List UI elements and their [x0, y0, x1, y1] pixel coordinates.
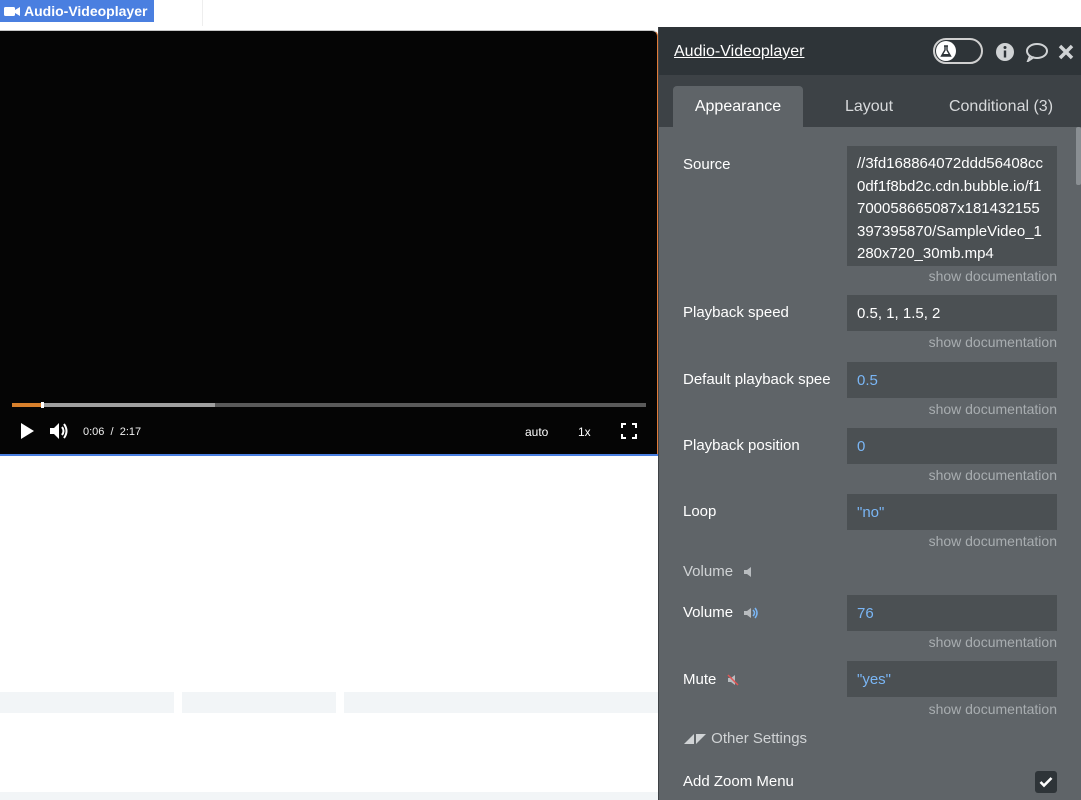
element-name-label: Audio-Videoplayer [24, 3, 148, 19]
fullscreen-icon[interactable] [621, 422, 637, 440]
placeholder-strip [0, 792, 658, 800]
tab-layout[interactable]: Layout [819, 86, 919, 127]
source-input[interactable]: //3fd168864072ddd56408cc0df1f8bd2c.cdn.b… [847, 146, 1057, 266]
default-playback-speed-input[interactable]: 0.5 [847, 362, 1057, 398]
volume-section-header: Volume [683, 563, 755, 580]
selection-underline [0, 454, 658, 456]
volume-input[interactable]: 76 [847, 595, 1057, 631]
progress-handle[interactable] [40, 402, 44, 408]
volume-up-icon [744, 607, 758, 619]
quality-button[interactable]: auto [525, 425, 548, 439]
show-documentation-link[interactable]: show documentation [921, 268, 1057, 284]
checkmark-icon [1039, 777, 1053, 788]
loop-label: Loop [683, 503, 717, 520]
playback-speed-label: Playback speed [683, 304, 789, 321]
other-settings-label: Other Settings [711, 730, 808, 747]
info-icon[interactable] [995, 42, 1015, 62]
property-editor-header: Audio-Videoplayer [659, 27, 1081, 75]
show-documentation-link[interactable]: show documentation [921, 701, 1057, 717]
playback-speed-input[interactable]: 0.5, 1, 1.5, 2 [847, 295, 1057, 331]
show-documentation-link[interactable]: show documentation [921, 467, 1057, 483]
playback-position-label: Playback position [683, 437, 800, 454]
video-camera-icon [4, 7, 20, 16]
experimental-toggle[interactable] [933, 38, 983, 64]
tab-appearance[interactable]: Appearance [673, 86, 803, 127]
scrollbar[interactable] [1076, 127, 1081, 185]
flask-icon [940, 45, 952, 57]
progress-bar[interactable] [12, 402, 646, 408]
time-display: 0:06 / 2:17 [83, 426, 141, 438]
duration: 2:17 [119, 426, 142, 438]
default-playback-speed-label: Default playback spee [683, 371, 831, 388]
divider [202, 0, 203, 26]
played-bar [12, 403, 41, 407]
video-player[interactable]: 0:06 / 2:17 auto 1x [0, 30, 658, 454]
element-title-link[interactable]: Audio-Videoplayer [674, 43, 804, 61]
property-editor: Audio-Videoplayer Appearance Layout Cond… [658, 27, 1081, 800]
tab-conditional[interactable]: Conditional (3) [933, 86, 1069, 127]
show-documentation-link[interactable]: show documentation [921, 533, 1057, 549]
comment-icon[interactable] [1025, 42, 1049, 62]
other-settings-toggle[interactable]: Other Settings [683, 730, 807, 747]
speaker-icon [744, 567, 752, 578]
mute-label-row: Mute [683, 671, 739, 688]
source-label: Source [683, 156, 731, 173]
mute-icon [727, 674, 739, 686]
volume-icon[interactable] [48, 421, 70, 441]
toggle-knob [936, 41, 956, 61]
tab-bar: Appearance Layout Conditional (3) [659, 75, 1081, 127]
placeholder-strip [182, 692, 336, 713]
volume-section-label: Volume [683, 563, 734, 580]
show-documentation-link[interactable]: show documentation [921, 634, 1057, 650]
time-separator: / [110, 426, 114, 438]
play-icon[interactable] [18, 421, 36, 441]
add-zoom-menu-checkbox[interactable] [1035, 771, 1057, 793]
mute-input[interactable]: "yes" [847, 661, 1057, 697]
close-icon[interactable] [1057, 42, 1075, 62]
element-name-tab[interactable]: Audio-Videoplayer [0, 0, 154, 22]
placeholder-strip [0, 692, 174, 713]
mute-label: Mute [683, 671, 717, 688]
show-documentation-link[interactable]: show documentation [921, 334, 1057, 350]
volume-label-row: Volume [683, 604, 759, 621]
current-time: 0:06 [83, 426, 105, 438]
speed-button[interactable]: 1x [578, 425, 591, 439]
collapse-arrows-icon [684, 734, 706, 745]
playback-position-input[interactable]: 0 [847, 428, 1057, 464]
placeholder-strip [344, 692, 658, 713]
loop-input[interactable]: "no" [847, 494, 1057, 530]
volume-label: Volume [683, 604, 734, 621]
add-zoom-menu-label: Add Zoom Menu [683, 773, 794, 790]
show-documentation-link[interactable]: show documentation [921, 401, 1057, 417]
